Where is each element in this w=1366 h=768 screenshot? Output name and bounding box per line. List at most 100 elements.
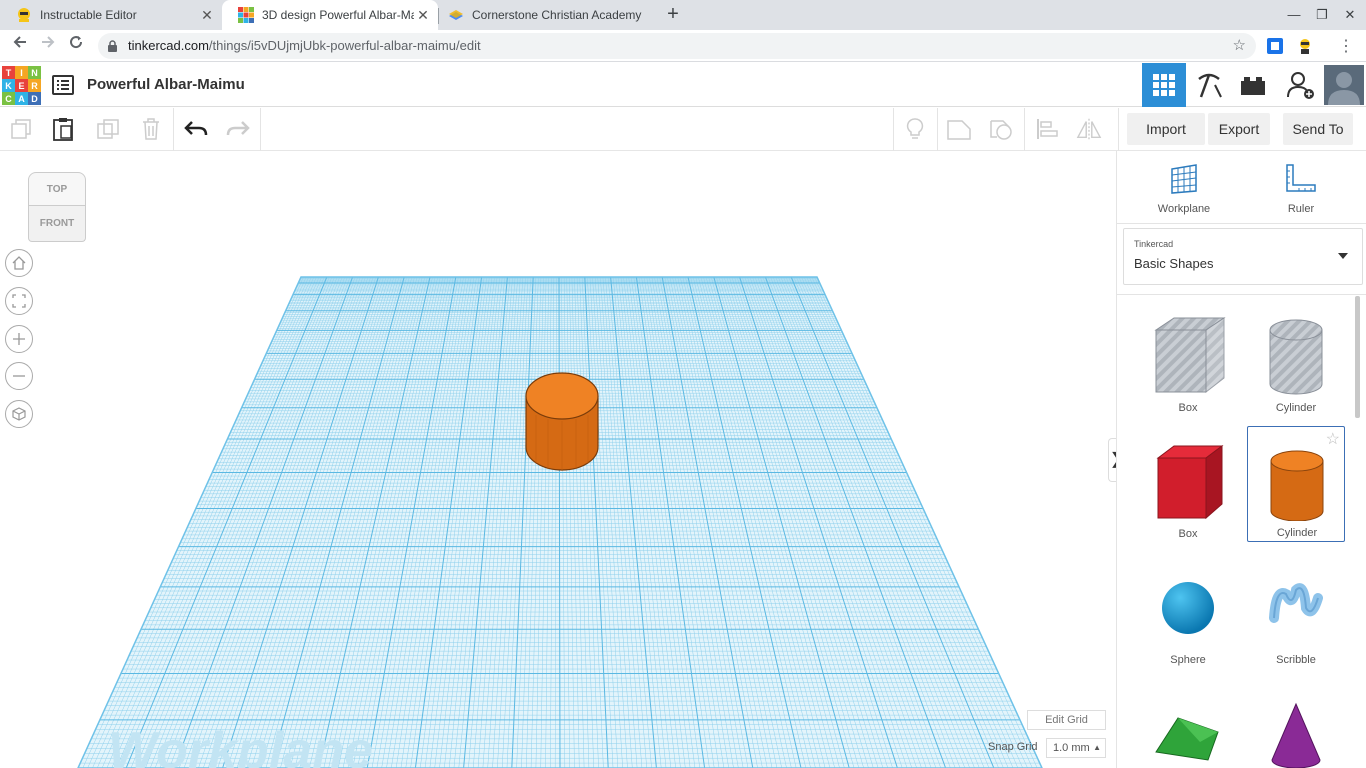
robot-extension-icon[interactable] (1297, 38, 1313, 54)
blocks-view-button[interactable] (1187, 63, 1231, 107)
3d-design-view-button[interactable] (1142, 63, 1186, 107)
reload-icon (70, 36, 83, 49)
snap-grid-select[interactable]: 1.0 mm ▲ (1046, 738, 1106, 758)
reload-button[interactable] (64, 34, 88, 58)
cylinder-object[interactable] (525, 372, 599, 471)
undo-button[interactable] (183, 116, 209, 142)
export-button[interactable]: Export (1208, 113, 1270, 145)
address-bar: tinkercad.com/things/i5vDUjmjUbk-powerfu… (0, 30, 1366, 62)
ungroup-button[interactable] (989, 116, 1015, 142)
workplane-label: Workplane (1157, 203, 1211, 215)
bricks-view-button[interactable] (1231, 63, 1275, 107)
plus-icon (13, 333, 25, 345)
favorite-star-icon[interactable]: ☆ (1326, 429, 1340, 449)
shapes-panel: Workplane Ruler Tinkercad Basic Shapes B… (1116, 151, 1366, 768)
close-window-button[interactable]: ✕ (1338, 4, 1362, 26)
bookmark-star-icon[interactable]: ☆ (1233, 36, 1246, 54)
logo-letter: C (2, 92, 15, 105)
logo-letter: E (15, 79, 28, 92)
import-button[interactable]: Import (1127, 113, 1205, 145)
restore-button[interactable]: ❐ (1310, 4, 1334, 26)
send-to-button[interactable]: Send To (1283, 113, 1353, 145)
cylinder-hole-icon (1269, 319, 1323, 395)
workplane-tool[interactable]: Workplane (1144, 163, 1224, 215)
shape-label: Scribble (1276, 654, 1316, 666)
design-list-icon[interactable] (52, 75, 74, 95)
3d-viewport[interactable]: Workplane TOP FRONT Edit Grid Snap Grid … (0, 151, 1116, 768)
logo-letter: I (15, 66, 28, 79)
delete-button[interactable] (138, 116, 164, 142)
zoom-in-button[interactable] (5, 325, 33, 353)
back-button[interactable] (8, 34, 32, 58)
redo-button[interactable] (225, 116, 251, 142)
duplicate-button[interactable] (95, 116, 121, 142)
logo-letter: R (28, 79, 41, 92)
ruler-tool[interactable]: Ruler (1261, 163, 1341, 215)
shape-label: Box (1178, 402, 1198, 414)
shape-cylinder-solid[interactable]: ☆ Cylinder (1247, 426, 1345, 542)
caret-down-icon (1338, 253, 1348, 259)
shape-scribble[interactable]: Scribble (1247, 554, 1345, 670)
new-tab-button[interactable]: + (662, 3, 684, 25)
browser-tab-instructables[interactable]: Instructable Editor ✕ (0, 0, 222, 30)
instructables-robot-icon (18, 8, 30, 22)
duplicate-icon (97, 119, 119, 139)
fit-icon (12, 294, 26, 308)
tab-title: Cornerstone Christian Academy (472, 8, 642, 22)
panel-scrollbar[interactable] (1355, 296, 1360, 418)
snap-grid-value: 1.0 mm (1053, 742, 1090, 754)
tinkercad-icon (238, 7, 254, 23)
shape-box-hole[interactable]: Box (1139, 302, 1237, 418)
forward-button[interactable] (36, 34, 60, 58)
cone-icon (1271, 702, 1321, 768)
browser-menu-icon[interactable]: ⋮ (1338, 36, 1354, 56)
url-path: /things/i5vDUjmjUbk-powerful-albar-maimu… (208, 38, 481, 53)
extension-icon[interactable] (1267, 38, 1283, 54)
shape-label: Cylinder (1275, 402, 1317, 414)
edit-grid-button[interactable]: Edit Grid (1027, 710, 1106, 730)
workplane-grid[interactable]: Workplane (0, 151, 1116, 768)
view-cube-top[interactable]: TOP (28, 172, 86, 206)
mirror-button[interactable] (1076, 116, 1102, 142)
group-button[interactable] (946, 116, 972, 142)
shape-sphere[interactable]: Sphere (1139, 554, 1237, 670)
cube-icon (12, 407, 26, 421)
logo-letter: N (28, 66, 41, 79)
tinkercad-logo[interactable]: T I N K E R C A D (2, 66, 41, 105)
library-name: Basic Shapes (1134, 256, 1214, 271)
pickaxe-icon (1198, 73, 1222, 98)
browser-tab-classroom[interactable]: Cornerstone Christian Academy (438, 0, 654, 30)
shape-label: Sphere (1170, 654, 1206, 666)
mirror-icon (1076, 118, 1102, 140)
show-all-button[interactable] (902, 116, 928, 142)
shape-library-select[interactable]: Tinkercad Basic Shapes (1123, 228, 1363, 285)
workplane-watermark: Workplane (108, 722, 373, 768)
paste-button[interactable] (50, 116, 76, 142)
shape-cylinder-hole[interactable]: Cylinder (1247, 302, 1345, 418)
align-button[interactable] (1034, 116, 1060, 142)
view-cube[interactable]: TOP FRONT (26, 172, 88, 244)
zoom-out-button[interactable] (5, 362, 33, 390)
home-view-button[interactable] (5, 249, 33, 277)
copy-button[interactable] (8, 116, 34, 142)
fit-view-button[interactable] (5, 287, 33, 315)
close-tab-icon[interactable]: ✕ (198, 7, 216, 24)
view-cube-front[interactable]: FRONT (28, 206, 86, 242)
user-avatar[interactable] (1322, 63, 1366, 107)
browser-tab-tinkercad[interactable]: 3D design Powerful Albar-Maimu ✕ (222, 0, 438, 30)
ruler-icon (1286, 164, 1316, 192)
avatar-icon (1324, 65, 1364, 105)
tab-separator (438, 8, 439, 24)
design-title[interactable]: Powerful Albar-Maimu (87, 76, 245, 93)
perspective-button[interactable] (5, 400, 33, 428)
minimize-button[interactable]: — (1282, 4, 1306, 26)
close-tab-icon[interactable]: ✕ (414, 7, 432, 24)
invite-user-button[interactable] (1279, 63, 1323, 107)
shape-box-solid[interactable]: Box (1139, 428, 1237, 544)
shape-roof[interactable] (1139, 680, 1237, 768)
shape-cone[interactable] (1247, 680, 1345, 768)
scribble-icon (1269, 583, 1323, 623)
align-icon (1037, 119, 1058, 139)
box-solid-icon (1156, 445, 1224, 520)
url-field[interactable]: tinkercad.com/things/i5vDUjmjUbk-powerfu… (98, 33, 1256, 59)
